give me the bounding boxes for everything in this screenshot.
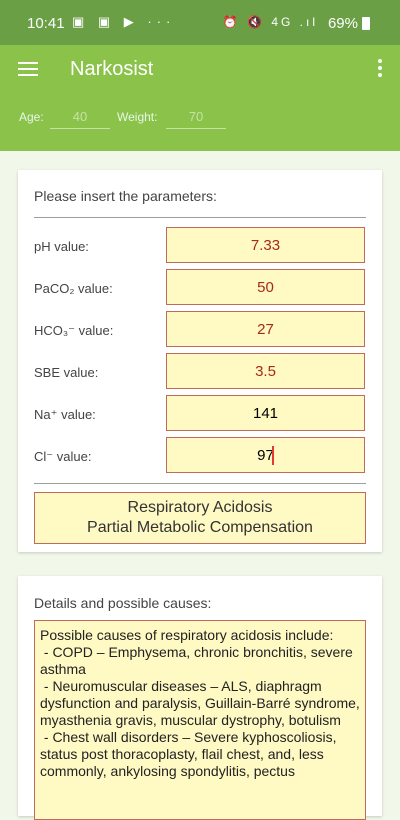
hamburger-menu-icon[interactable] [18,59,38,77]
sbe-input[interactable] [166,353,365,389]
ph-row: pH value: [34,227,366,265]
diagnosis-result: Respiratory Acidosis Partial Metabolic C… [34,492,366,544]
app-bar: Narkosist Age: Weight: [0,45,400,151]
details-card-title: Details and possible causes: [34,595,212,611]
hco3-input[interactable] [166,311,365,347]
status-bar: 10:41 ▣ ▣ ▶ ··· ⏰ 🔇 4G .ıl 69% [0,0,400,45]
ph-label: pH value: [34,239,89,254]
battery-icon [362,17,370,30]
sbe-label: SBE value: [34,365,99,380]
diagnosis-primary: Respiratory Acidosis [127,499,273,516]
age-input[interactable] [50,104,110,129]
divider [34,483,366,484]
parameters-card-title: Please insert the parameters: [34,188,217,204]
weight-input[interactable] [166,104,226,129]
battery-percent: 69% [327,15,358,32]
notification-icons: ▣ ▣ ▶ ··· [72,14,176,29]
cl-row: Cl⁻ value: [34,437,366,475]
text-cursor [272,446,274,465]
weight-label: Weight: [117,110,158,124]
parameters-card: Please insert the parameters: pH value: … [18,170,382,552]
status-time: 10:41 [27,15,65,32]
cl-label: Cl⁻ value: [34,449,92,464]
sbe-row: SBE value: [34,353,366,391]
hco3-row: HCO₃⁻ value: [34,311,366,349]
more-vert-icon[interactable] [376,59,384,79]
system-status-icons: ⏰ 🔇 4G .ıl [222,15,318,29]
app-title: Narkosist [70,58,154,80]
diagnosis-compensation: Partial Metabolic Compensation [87,519,313,536]
details-card: Details and possible causes: Possible ca… [18,576,382,820]
na-input[interactable] [166,395,365,431]
paco2-label: PaCO₂ value: [34,281,113,296]
cl-input[interactable] [166,437,365,473]
ph-input[interactable] [166,227,365,263]
paco2-row: PaCO₂ value: [34,269,366,307]
na-row: Na⁺ value: [34,395,366,433]
age-label: Age: [19,110,44,124]
causes-text[interactable]: Possible causes of respiratory acidosis … [34,620,366,820]
divider [34,217,366,218]
na-label: Na⁺ value: [34,407,96,422]
hco3-label: HCO₃⁻ value: [34,323,114,338]
paco2-input[interactable] [166,269,365,305]
